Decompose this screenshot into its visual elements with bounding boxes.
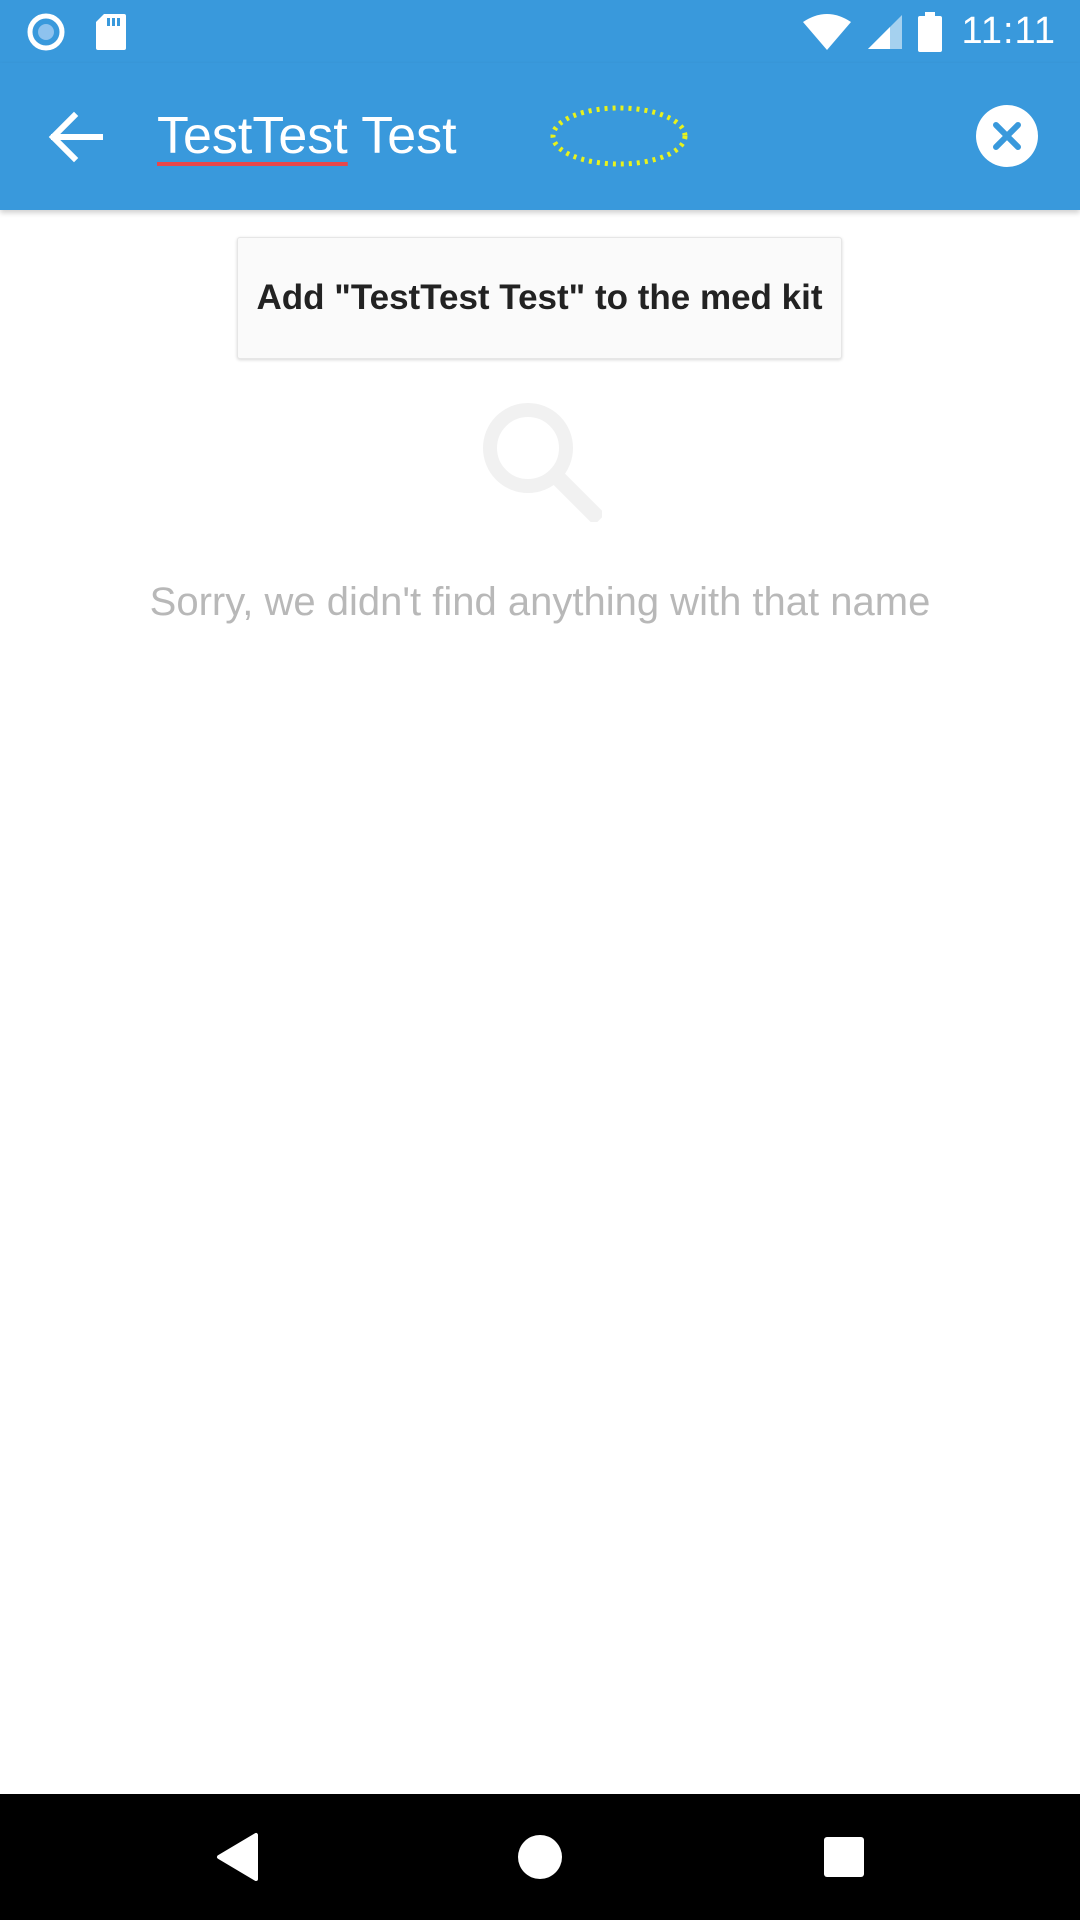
status-right-group: 11:11 [788, 0, 1056, 63]
cell-signal-icon [866, 12, 904, 52]
wifi-icon [802, 12, 852, 52]
close-icon [993, 122, 1021, 150]
add-to-med-kit-label: Add "TestTest Test" to the med kit [256, 278, 823, 317]
nav-back-button[interactable] [208, 1827, 268, 1887]
navigation-bar [0, 1794, 1080, 1920]
empty-results-message: Sorry, we didn't find anything with that… [149, 580, 931, 624]
back-triangle-icon [217, 1833, 258, 1881]
status-bar: 11:11 [0, 0, 1080, 63]
search-toolbar: TestTest Test [0, 63, 1080, 210]
search-text-misspelled: TestTest [157, 107, 348, 165]
home-circle-icon [518, 1835, 562, 1879]
status-time: 11:11 [961, 10, 1056, 52]
search-text-rest: Test [347, 107, 457, 165]
search-icon [483, 403, 602, 522]
clear-search-button[interactable] [976, 105, 1038, 167]
recents-square-icon [824, 1837, 864, 1877]
arrow-back-icon [48, 111, 103, 163]
screen: 11:11 TestTest Test Add "TestTest Test" … [0, 0, 1080, 1920]
back-button[interactable] [36, 97, 116, 177]
nav-home-button[interactable] [510, 1827, 570, 1887]
sd-card-icon [91, 12, 131, 52]
record-icon [26, 12, 66, 52]
battery-icon [917, 11, 942, 52]
loading-indicator [550, 105, 688, 167]
nav-recents-button[interactable] [814, 1827, 874, 1887]
add-to-med-kit-button[interactable]: Add "TestTest Test" to the med kit [237, 237, 842, 359]
